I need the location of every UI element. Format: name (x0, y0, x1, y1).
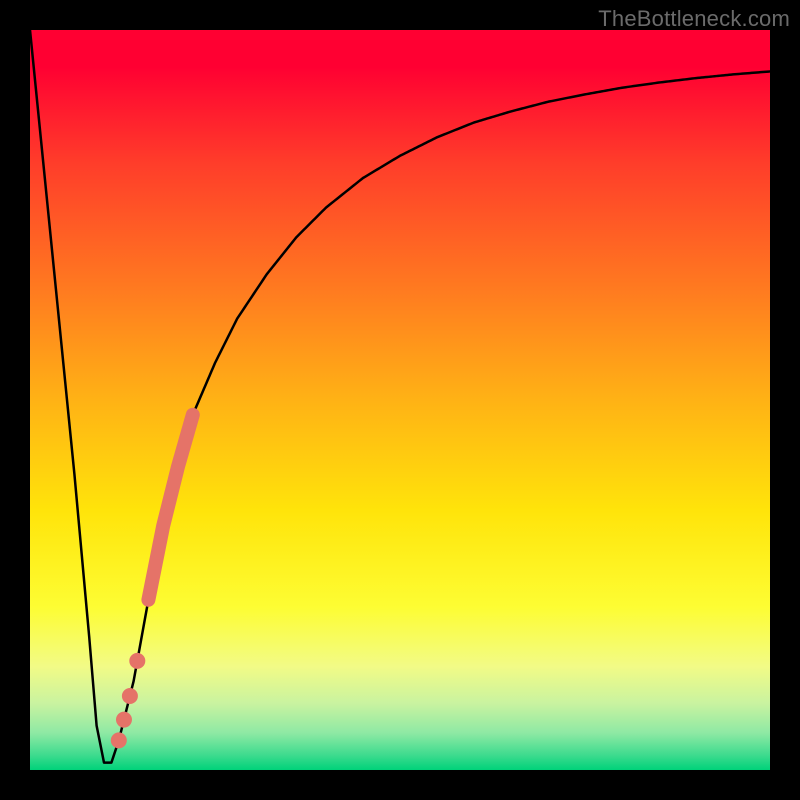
highlight-dot (122, 688, 138, 704)
watermark-text: TheBottleneck.com (598, 6, 790, 32)
highlight-segment (148, 415, 192, 600)
bottleneck-curve (30, 30, 770, 763)
highlight-group (111, 415, 193, 749)
highlight-dot (111, 732, 127, 748)
curve-layer (30, 30, 770, 770)
highlight-dot (129, 653, 145, 669)
chart-frame: TheBottleneck.com (0, 0, 800, 800)
plot-area (30, 30, 770, 770)
highlight-dot (116, 712, 132, 728)
